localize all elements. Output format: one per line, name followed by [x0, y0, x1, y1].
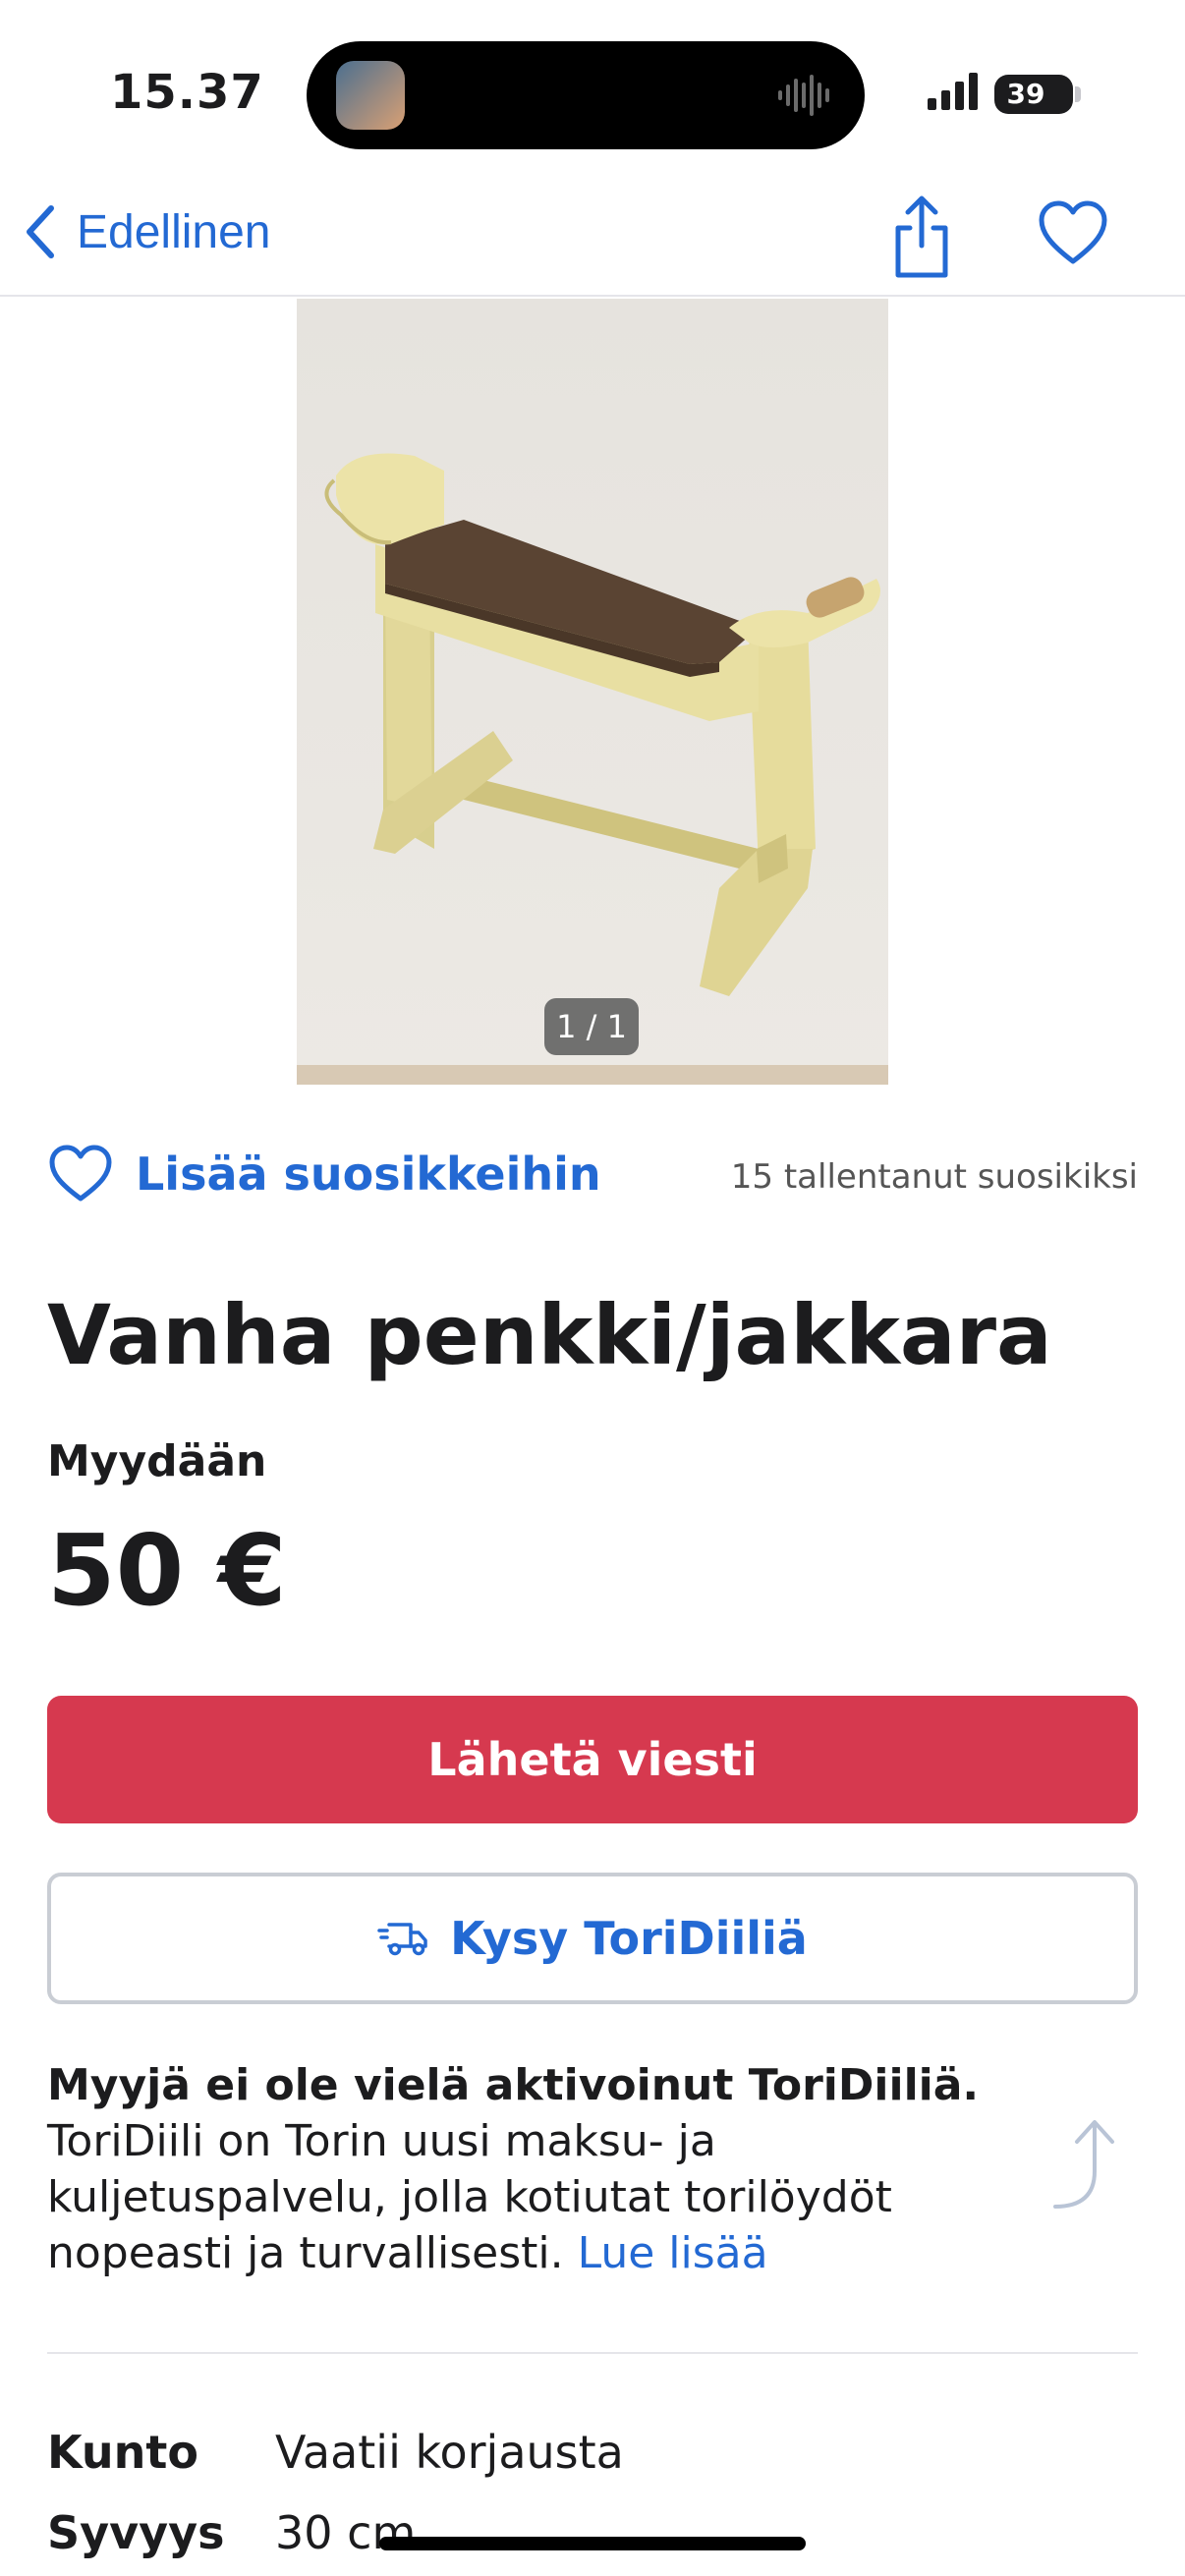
section-divider: [47, 2352, 1138, 2354]
listing-page: 15.37 39 Edellinen 1 / 1 Lisää suosikkei…: [0, 0, 1185, 2576]
chevron-left-icon: [27, 205, 54, 258]
photo-counter: 1 / 1: [544, 998, 639, 1055]
dynamic-island: [307, 41, 865, 149]
now-playing-avatar-icon: [336, 61, 405, 130]
cellular-signal-icon: [928, 73, 978, 110]
add-to-favorites-label: Lisää suosikkeihin: [136, 1148, 601, 1201]
listing-price: 50 €: [47, 1513, 287, 1628]
ask-toridiili-button[interactable]: Kysy ToriDiiliä: [47, 1873, 1138, 2004]
navigation-bar: Edellinen: [0, 167, 1185, 297]
heart-outline-icon: [49, 1145, 112, 1202]
battery-level: 39: [1006, 78, 1045, 110]
listing-photo[interactable]: 1 / 1: [297, 299, 888, 1085]
spec-row-condition: Kunto Vaatii korjausta: [47, 2423, 624, 2482]
back-label: Edellinen: [77, 205, 271, 258]
share-icon[interactable]: [882, 193, 961, 281]
send-message-button[interactable]: Lähetä viesti: [47, 1696, 1138, 1823]
sale-type: Myydään: [47, 1436, 267, 1486]
spec-label: Syvyys: [47, 2506, 225, 2559]
ask-toridiili-label: Kysy ToriDiiliä: [450, 1912, 808, 1965]
toridiili-info-heading: Myyjä ei ole vielä aktivoinut ToriDiiliä…: [47, 2060, 980, 2110]
battery-icon: 39: [994, 75, 1073, 114]
back-button[interactable]: Edellinen: [20, 193, 270, 271]
listing-title: Vanha penkki/jakkara: [47, 1287, 1052, 1383]
delivery-truck-icon: [377, 1923, 427, 1956]
status-time: 15.37: [110, 65, 264, 120]
spec-value: 30 cm: [275, 2506, 417, 2559]
favorites-count: 15 tallentanut suosikiksi: [730, 1157, 1138, 1197]
spec-row-depth: Syvyys 30 cm: [47, 2503, 416, 2562]
spec-value: Vaatii korjausta: [275, 2426, 624, 2479]
audio-wave-icon: [778, 75, 829, 116]
add-to-favorites-button[interactable]: Lisää suosikkeihin: [47, 1140, 601, 1208]
toridiili-info: Myyjä ei ole vielä aktivoinut ToriDiiliä…: [47, 2057, 990, 2281]
bench-photo-illustration: [297, 299, 888, 1085]
read-more-link[interactable]: Lue lisää: [578, 2228, 768, 2278]
heart-outline-icon[interactable]: [1036, 196, 1110, 271]
favorites-row: Lisää suosikkeihin 15 tallentanut suosik…: [0, 1120, 1185, 1228]
spec-label: Kunto: [47, 2426, 198, 2479]
battery-cap: [1075, 86, 1081, 102]
curved-arrow-icon: [1053, 2120, 1114, 2209]
home-indicator: [379, 2537, 806, 2550]
status-bar: 15.37 39: [0, 0, 1185, 157]
